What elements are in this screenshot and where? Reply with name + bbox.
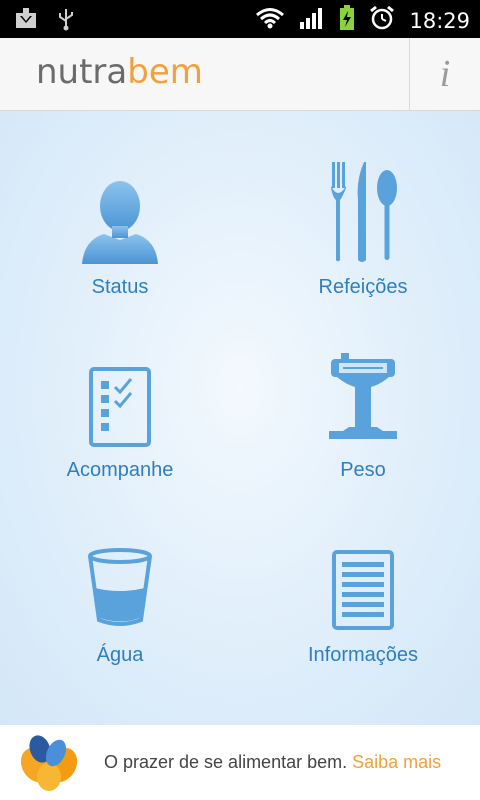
menu-label-acompanhe: Acompanhe: [66, 459, 174, 481]
alarm-icon: [369, 5, 395, 36]
menu-label-informacoes: Informações: [307, 644, 419, 666]
app-logo: nutrabem: [36, 52, 203, 92]
notification-icons: [14, 7, 76, 36]
menu-item-acompanhe[interactable]: Acompanhe: [20, 351, 220, 511]
menu-item-refeicoes[interactable]: Refeições: [263, 162, 463, 326]
main-menu: Status Refeições Acompanhe Peso Água Inf…: [0, 111, 480, 725]
menu-label-peso: Peso: [340, 459, 386, 481]
app-header: nutrabem i: [0, 38, 480, 111]
menu-label-refeicoes: Refeições: [318, 276, 408, 298]
signal-icon: [299, 6, 325, 35]
menu-item-informacoes[interactable]: Informações: [263, 536, 463, 696]
logo-text-nutra: nutra: [36, 52, 128, 92]
document-icon: [332, 550, 394, 635]
cutlery-icon: [328, 160, 398, 269]
menu-label-agua: Água: [96, 644, 144, 666]
menu-label-status: Status: [91, 276, 149, 298]
scale-icon: [327, 351, 399, 448]
info-icon: i: [439, 53, 451, 95]
ad-link-saiba-mais[interactable]: Saiba mais: [352, 752, 441, 772]
info-button[interactable]: i: [409, 38, 480, 110]
status-bar: 18:29: [0, 0, 480, 38]
ad-banner[interactable]: O prazer de se alimentar bem. Saiba mais: [0, 725, 480, 800]
usb-icon: [56, 7, 76, 36]
ad-slogan: O prazer de se alimentar bem.: [104, 752, 348, 772]
menu-item-peso[interactable]: Peso: [263, 351, 463, 511]
ad-logo-icon: [16, 731, 82, 800]
clock: 18:29: [409, 8, 470, 33]
menu-item-status[interactable]: Status: [20, 166, 220, 326]
checklist-icon: [89, 367, 151, 452]
water-glass-icon: [87, 548, 153, 633]
menu-item-agua[interactable]: Água: [20, 536, 220, 696]
ad-text: O prazer de se alimentar bem. Saiba mais: [104, 752, 441, 773]
logo-text-bem: bem: [127, 52, 203, 92]
battery-charging-icon: [339, 5, 355, 36]
wifi-icon: [255, 7, 285, 34]
person-icon: [78, 174, 162, 269]
download-icon: [14, 7, 38, 36]
